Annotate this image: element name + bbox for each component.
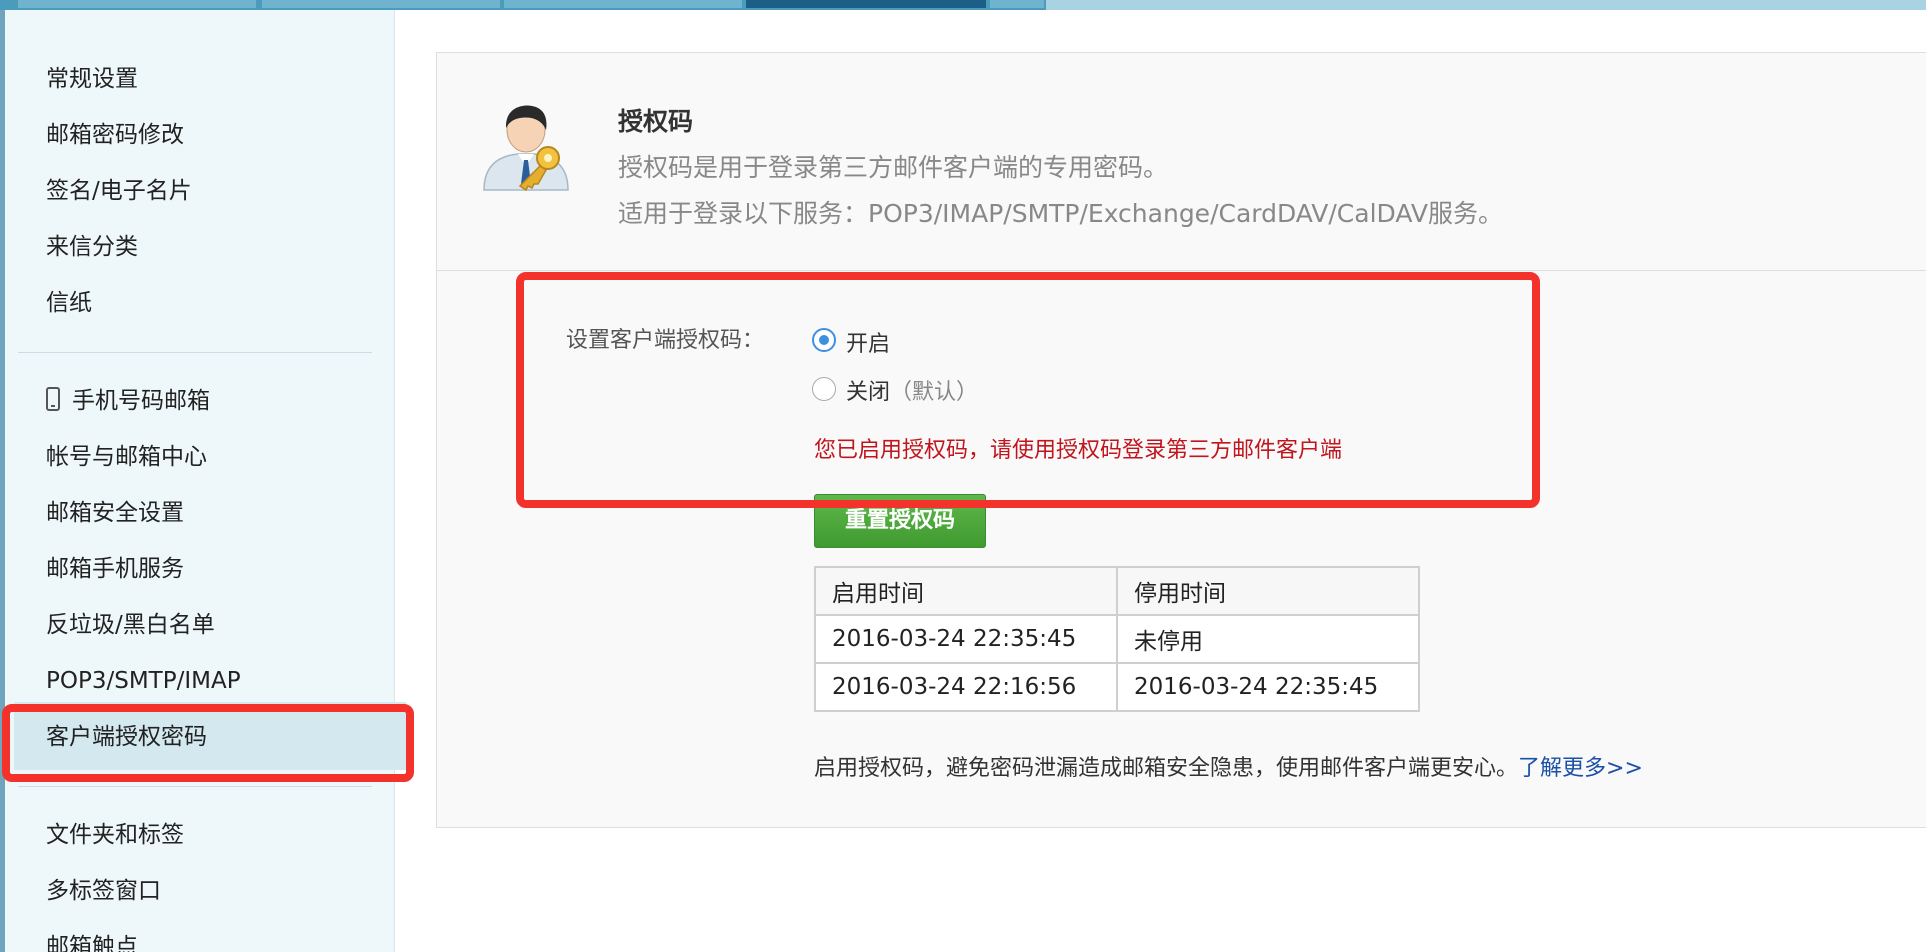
description-line-1: 授权码是用于登录第三方邮件客户端的专用密码。 bbox=[618, 153, 1169, 182]
sidebar-item-security[interactable]: 邮箱安全设置 bbox=[46, 497, 184, 529]
header-disabled-time: 停用时间 bbox=[1116, 566, 1420, 616]
top-tab[interactable] bbox=[18, 0, 256, 8]
table-cell: 2016-03-24 22:16:56 bbox=[814, 662, 1118, 712]
user-key-icon bbox=[483, 105, 569, 192]
learn-more-link[interactable]: 了解更多>> bbox=[1518, 756, 1643, 781]
sidebar-item-mail-touchpoint[interactable]: 邮箱触点 bbox=[46, 931, 138, 952]
top-tab[interactable] bbox=[262, 0, 500, 8]
header-enabled-time: 启用时间 bbox=[814, 566, 1118, 616]
sidebar-item-password[interactable]: 邮箱密码修改 bbox=[46, 119, 184, 151]
description-line-2: 适用于登录以下服务：POP3/IMAP/SMTP/Exchange/CardDA… bbox=[618, 199, 1503, 228]
sidebar-item-mobile-mailbox[interactable]: 手机号码邮箱 bbox=[72, 385, 210, 417]
highlight-box-sidebar bbox=[2, 704, 414, 782]
sidebar-divider bbox=[18, 786, 372, 787]
top-tab[interactable] bbox=[990, 0, 1044, 8]
settings-sidebar bbox=[0, 10, 395, 952]
sidebar-divider bbox=[18, 352, 372, 353]
footer-text: 启用授权码，避免密码泄漏造成邮箱安全隐患，使用邮件客户端更安心。 bbox=[814, 756, 1519, 781]
sidebar-item-general[interactable]: 常规设置 bbox=[46, 63, 138, 95]
sidebar-item-stationery[interactable]: 信纸 bbox=[46, 287, 92, 319]
table-cell: 2016-03-24 22:35:45 bbox=[1116, 662, 1420, 712]
sidebar-edge bbox=[0, 10, 5, 952]
top-tab-strip bbox=[0, 0, 1926, 10]
sidebar-item-account-center[interactable]: 帐号与邮箱中心 bbox=[46, 441, 207, 473]
table-row: 2016-03-24 22:16:56 2016-03-24 22:35:45 bbox=[814, 662, 1420, 712]
top-tab[interactable] bbox=[504, 0, 742, 8]
table-cell: 2016-03-24 22:35:45 bbox=[814, 614, 1118, 664]
highlight-box-settings bbox=[516, 272, 1540, 508]
table-header-row: 启用时间 停用时间 bbox=[814, 566, 1420, 616]
auth-history-table: 启用时间 停用时间 2016-03-24 22:35:45 未停用 2016-0… bbox=[814, 566, 1420, 712]
top-strip-rest bbox=[1046, 0, 1926, 10]
sidebar-item-filters[interactable]: 来信分类 bbox=[46, 231, 138, 263]
top-tab-active[interactable] bbox=[746, 0, 986, 8]
mobile-phone-icon bbox=[46, 387, 60, 411]
table-cell: 未停用 bbox=[1116, 614, 1420, 664]
sidebar-item-pop3-smtp-imap[interactable]: POP3/SMTP/IMAP bbox=[46, 665, 241, 697]
table-row: 2016-03-24 22:35:45 未停用 bbox=[814, 614, 1420, 664]
sidebar-item-folders-tags[interactable]: 文件夹和标签 bbox=[46, 819, 184, 851]
panel-header-divider bbox=[436, 270, 1926, 271]
page-title: 授权码 bbox=[618, 107, 694, 136]
sidebar-item-antispam[interactable]: 反垃圾/黑白名单 bbox=[46, 609, 215, 641]
footer-note: 启用授权码，避免密码泄漏造成邮箱安全隐患，使用邮件客户端更安心。了解更多>> bbox=[814, 750, 1643, 782]
sidebar-item-multi-tab[interactable]: 多标签窗口 bbox=[46, 875, 161, 907]
sidebar-item-mobile-service[interactable]: 邮箱手机服务 bbox=[46, 553, 184, 585]
sidebar-item-signature[interactable]: 签名/电子名片 bbox=[46, 175, 192, 207]
